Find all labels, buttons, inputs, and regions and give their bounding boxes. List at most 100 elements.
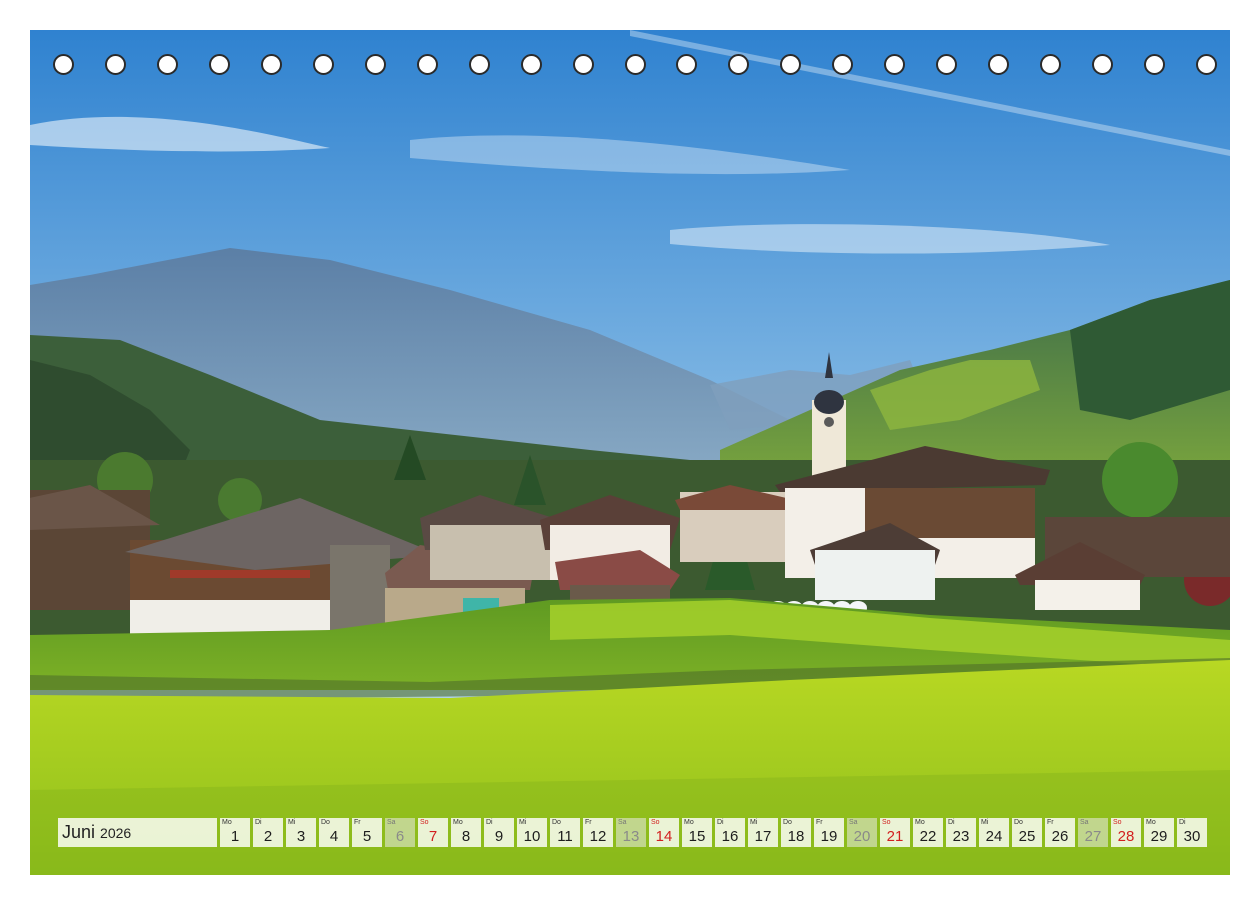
binding-hole [728, 54, 750, 75]
year-label: 2026 [100, 824, 132, 841]
weekday-label: Di [948, 819, 955, 826]
binding-hole [936, 54, 958, 75]
day-cell: Mi 17 [748, 818, 778, 847]
day-cell: So 21 [880, 818, 910, 847]
weekday-label: Sa [849, 819, 858, 826]
binding-hole [104, 54, 126, 75]
weekday-label: Fr [585, 819, 592, 826]
binding-hole [416, 54, 438, 75]
day-number: 4 [329, 828, 339, 845]
day-cell: Di 30 [1177, 818, 1207, 847]
weekday-label: Do [1014, 819, 1023, 826]
weekday-label: So [651, 819, 660, 826]
binding-hole [364, 54, 386, 75]
day-number: 19 [820, 828, 838, 845]
day-cell: Fr 26 [1045, 818, 1075, 847]
binding-hole [624, 54, 646, 75]
day-number: 16 [721, 828, 739, 845]
weekday-label: Di [717, 819, 724, 826]
binding-hole [1196, 54, 1217, 75]
day-cell: Mo 8 [451, 818, 481, 847]
day-cell: Mi 3 [286, 818, 316, 847]
weekday-label: Do [783, 819, 792, 826]
calendar-strip: Juni 2026 Mo 1 Di 2 Mi 3 Do 4 Fr 5 Sa 6 So 7 Mo 8 Di 9 Mi 1… [58, 818, 1207, 847]
day-number: 23 [952, 828, 970, 845]
day-number: 8 [461, 828, 471, 845]
weekday-label: Fr [816, 819, 823, 826]
day-cell: Mo 1 [220, 818, 250, 847]
binding-hole [53, 54, 74, 75]
day-cell: Fr 12 [583, 818, 613, 847]
day-cell: Fr 19 [814, 818, 844, 847]
binding-hole [572, 54, 594, 75]
day-number: 11 [557, 828, 573, 845]
day-cell: Sa 6 [385, 818, 415, 847]
binding-hole [780, 54, 802, 75]
day-number: 14 [655, 828, 673, 845]
weekday-label: So [420, 819, 429, 826]
binding-hole [676, 54, 698, 75]
day-cell: Do 4 [319, 818, 349, 847]
day-number: 2 [263, 828, 273, 845]
day-number: 5 [362, 828, 372, 845]
weekday-label: Mi [750, 819, 758, 826]
day-number: 30 [1183, 828, 1201, 845]
day-number: 7 [428, 828, 438, 845]
day-number: 10 [523, 828, 541, 845]
calendar-photo [30, 30, 1230, 875]
weekday-label: Do [552, 819, 561, 826]
day-cell: Mi 24 [979, 818, 1009, 847]
day-number: 17 [754, 828, 772, 845]
month-label-box: Juni 2026 [58, 818, 217, 847]
day-number: 25 [1018, 828, 1036, 845]
day-number: 15 [688, 828, 706, 845]
day-cell: Mo 29 [1144, 818, 1174, 847]
weekday-label: Fr [354, 819, 361, 826]
weekday-label: Mi [519, 819, 527, 826]
day-number: 18 [787, 828, 805, 845]
day-number: 6 [395, 828, 405, 845]
landscape-illustration [30, 30, 1230, 875]
day-cell: So 7 [418, 818, 448, 847]
day-number: 28 [1117, 828, 1135, 845]
weekday-label: Mo [1146, 819, 1156, 826]
weekday-label: Do [321, 819, 330, 826]
day-cell: Mo 22 [913, 818, 943, 847]
weekday-label: So [1113, 819, 1122, 826]
day-number: 24 [985, 828, 1003, 845]
weekday-label: Sa [618, 819, 627, 826]
binding-hole [156, 54, 178, 75]
day-cell: So 14 [649, 818, 679, 847]
day-cell: Do 18 [781, 818, 811, 847]
day-number: 21 [886, 828, 904, 845]
day-cell: Fr 5 [352, 818, 382, 847]
day-number: 9 [494, 828, 504, 845]
weekday-label: Sa [387, 819, 396, 826]
day-cell: So 28 [1111, 818, 1141, 847]
weekday-label: Mi [981, 819, 989, 826]
day-cell: Di 23 [946, 818, 976, 847]
binding-hole [1092, 54, 1114, 75]
binding-holes [30, 54, 1230, 80]
binding-hole [1144, 54, 1166, 75]
day-cell: Mo 15 [682, 818, 712, 847]
binding-hole [1040, 54, 1062, 75]
day-number: 27 [1084, 828, 1102, 845]
weekday-label: Di [1179, 819, 1186, 826]
weekday-label: Mo [684, 819, 694, 826]
weekday-label: Sa [1080, 819, 1089, 826]
day-cell: Sa 13 [616, 818, 646, 847]
binding-hole [884, 54, 906, 75]
binding-hole [208, 54, 230, 75]
day-cell: Do 11 [550, 818, 580, 847]
day-number: 3 [296, 828, 306, 845]
day-cell: Do 25 [1012, 818, 1042, 847]
weekday-label: Mo [915, 819, 925, 826]
day-number: 29 [1150, 828, 1168, 845]
binding-hole [260, 54, 282, 75]
binding-hole [988, 54, 1010, 75]
weekday-label: Mi [288, 819, 296, 826]
weekday-label: Fr [1047, 819, 1054, 826]
binding-hole [312, 54, 334, 75]
day-cell: Di 2 [253, 818, 283, 847]
